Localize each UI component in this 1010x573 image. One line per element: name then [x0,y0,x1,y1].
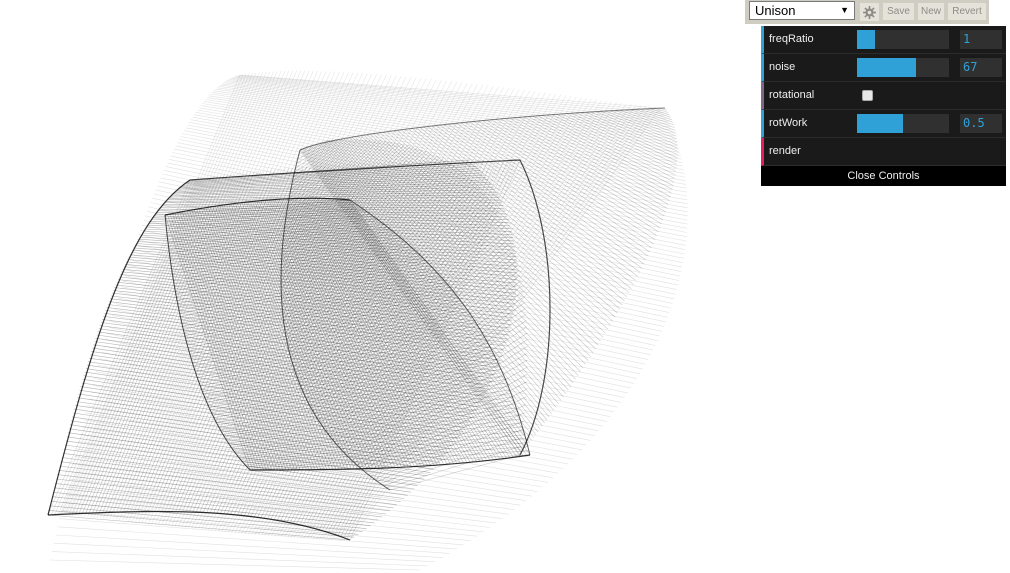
slider-fill [857,30,876,49]
control-label: freqRatio [769,33,814,45]
control-row-rotational: rotational [761,82,1006,110]
noise-slider[interactable] [857,58,949,77]
dropdown-arrow-icon: ▼ [840,5,849,15]
noise-input[interactable]: 67 [960,58,1002,77]
gear-button[interactable] [860,3,879,21]
freqratio-input[interactable]: 1 [960,30,1002,49]
preset-bar: Unison ▼ Save New Revert [745,0,989,24]
close-controls-button[interactable]: Close Controls [761,166,1006,186]
new-button[interactable]: New [918,3,944,20]
preset-selected-value: Unison [755,3,796,18]
rotwork-input[interactable]: 0.5 [960,114,1002,133]
preset-dropdown[interactable]: Unison ▼ [749,1,855,20]
save-button[interactable]: Save [883,3,914,20]
control-row-noise: noise 67 [761,54,1006,82]
control-row-rotwork: rotWork 0.5 [761,110,1006,138]
revert-button[interactable]: Revert [948,3,986,20]
control-label: rotational [769,89,815,101]
control-row-render[interactable]: render [761,138,1006,166]
control-label: noise [769,61,796,73]
gear-icon [863,5,876,19]
rotational-checkbox[interactable] [862,90,873,101]
control-row-freqratio: freqRatio 1 [761,26,1006,54]
render-button[interactable]: render [769,138,801,165]
controls-panel: freqRatio 1 noise 67 rotational rotWork … [761,26,1006,186]
freqratio-slider[interactable] [857,30,949,49]
slider-fill [857,58,916,77]
rotwork-slider[interactable] [857,114,949,133]
slider-fill [857,114,903,133]
control-label: rotWork [769,117,808,129]
